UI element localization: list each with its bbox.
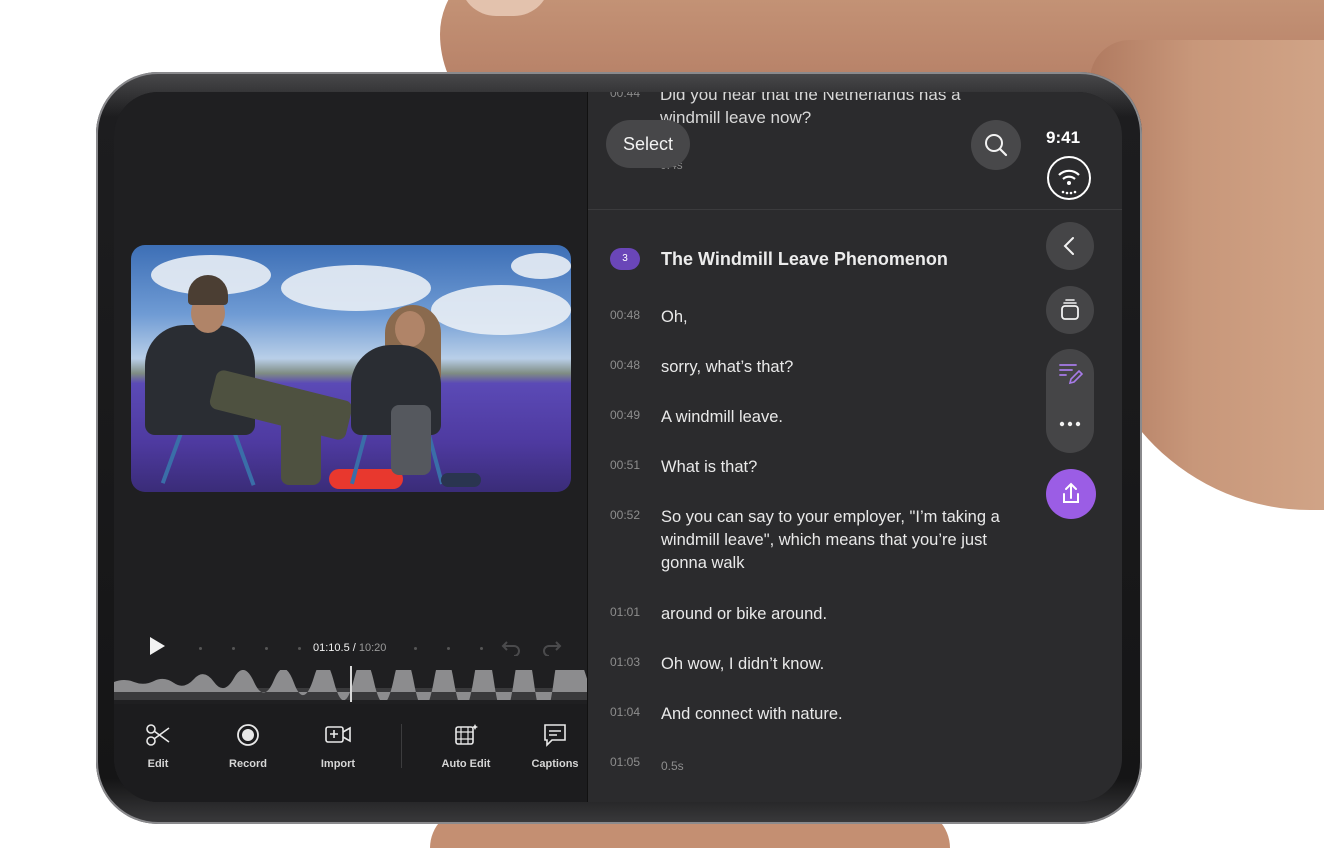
- tools-pill: [1046, 349, 1094, 453]
- woman-head: [395, 311, 425, 347]
- cloud: [431, 285, 571, 335]
- timeline-dot: [414, 647, 417, 650]
- undo-icon[interactable]: [501, 638, 520, 656]
- ghost-timestamp: 00:44: [610, 92, 641, 100]
- timeline-dot: [265, 647, 268, 650]
- transcript-text[interactable]: sorry, what’s that?: [661, 356, 1011, 379]
- woman-pants: [391, 405, 431, 475]
- share-icon: [1046, 469, 1096, 519]
- transcript-timestamp: 00:52: [610, 508, 641, 522]
- time-separator: /: [352, 642, 356, 654]
- cloud: [281, 265, 431, 311]
- transcript-timestamp: 01:05: [610, 755, 641, 769]
- captions-icon: [520, 722, 590, 748]
- transcript-timestamp: 00:48: [610, 358, 641, 372]
- back-button[interactable]: [1046, 222, 1094, 270]
- chapter-title[interactable]: The Windmill Leave Phenomenon: [661, 248, 948, 270]
- pause-duration[interactable]: 0.5s: [661, 755, 1011, 778]
- man-pants-leg: [281, 415, 321, 485]
- editor-pane: 01:10.5 / 10:20 Edit Record Import Auto …: [114, 92, 588, 802]
- captions-label: Captions: [531, 758, 579, 770]
- edit-button[interactable]: Edit: [123, 722, 193, 772]
- more-options-icon[interactable]: [1046, 409, 1094, 439]
- auto-edit-label: Auto Edit: [441, 758, 491, 770]
- chair-leg: [230, 426, 256, 486]
- transcript-timestamp: 00:51: [610, 458, 641, 472]
- timeline-dot: [199, 647, 202, 650]
- toolbar-divider: [401, 724, 402, 768]
- auto-edit-icon: [431, 722, 501, 748]
- timeline-dot: [232, 647, 235, 650]
- record-button[interactable]: Record: [213, 722, 283, 772]
- search-button[interactable]: [971, 120, 1021, 170]
- playhead[interactable]: [350, 666, 352, 702]
- edit-label: Edit: [147, 758, 169, 770]
- wifi-status: [1047, 156, 1091, 200]
- transcript-pane: 00:44 Did you hear that the Netherlands …: [588, 92, 1122, 802]
- captions-button[interactable]: Captions: [520, 722, 590, 772]
- transcript-timestamp: 01:03: [610, 655, 641, 669]
- select-button[interactable]: Select: [606, 120, 690, 168]
- import-video-icon: [303, 722, 373, 748]
- transcript-timestamp: 00:49: [610, 408, 641, 422]
- status-time: 9:41: [1046, 128, 1081, 147]
- transcript-timestamp: 01:01: [610, 605, 641, 619]
- transcript-text[interactable]: So you can say to your employer, "I’m ta…: [661, 506, 1011, 575]
- transcript-text[interactable]: And connect with nature.: [661, 703, 1011, 726]
- cloud: [511, 253, 571, 279]
- export-button[interactable]: [1046, 469, 1096, 519]
- transcript-text[interactable]: Oh wow, I didn’t know.: [661, 653, 1011, 676]
- scissors-icon: [123, 722, 193, 748]
- bottom-toolbar: Edit Record Import Auto Edit Captions: [114, 704, 588, 802]
- edit-text-icon[interactable]: [1046, 353, 1094, 393]
- auto-edit-button[interactable]: Auto Edit: [431, 722, 501, 772]
- timeline-dot: [298, 647, 301, 650]
- import-button[interactable]: Import: [303, 722, 373, 772]
- ghost-transcript-line: Did you hear that the Netherlands has a …: [660, 92, 961, 127]
- search-icon: [971, 120, 1021, 170]
- layers-button[interactable]: [1046, 286, 1094, 334]
- timecode: 01:10.5 / 10:20: [313, 642, 386, 654]
- play-button[interactable]: [150, 637, 165, 655]
- wifi-icon: [1049, 158, 1089, 198]
- transcript-timestamp: 00:48: [610, 308, 641, 322]
- header-divider: [588, 209, 1122, 210]
- transcript-text[interactable]: around or bike around.: [661, 603, 1011, 626]
- timeline-dot: [480, 647, 483, 650]
- transcript-text[interactable]: Oh,: [661, 306, 1011, 329]
- timeline-dot: [447, 647, 450, 650]
- transcript-text[interactable]: A windmill leave.: [661, 406, 1011, 429]
- woman-shoe: [441, 473, 481, 487]
- video-preview[interactable]: [131, 245, 571, 492]
- import-label: Import: [320, 758, 356, 770]
- transcript-timestamp: 01:04: [610, 705, 641, 719]
- layers-icon: [1046, 286, 1094, 334]
- transcript-text[interactable]: What is that?: [661, 456, 1011, 479]
- current-time: 01:10.5: [313, 642, 350, 654]
- phone-screen: 01:10.5 / 10:20 Edit Record Import Auto …: [114, 92, 1122, 802]
- chevron-left-icon: [1046, 222, 1094, 270]
- chapter-number-badge: 3: [610, 248, 640, 270]
- record-icon: [213, 722, 283, 748]
- redo-icon[interactable]: [542, 638, 562, 656]
- total-time: 10:20: [358, 642, 387, 654]
- record-label: Record: [229, 758, 267, 770]
